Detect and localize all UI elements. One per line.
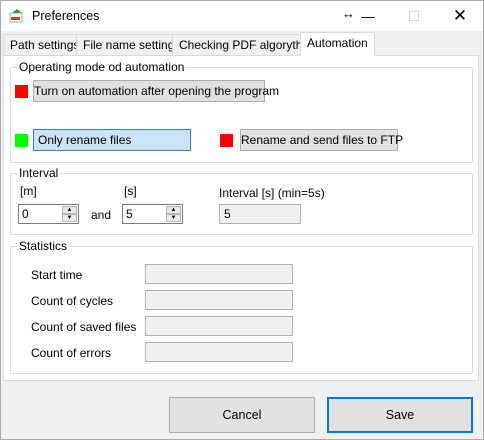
count-of-saved-files-label: Count of saved files [31, 320, 137, 334]
window-title: Preferences [32, 9, 100, 23]
cancel-button[interactable]: Cancel [169, 397, 315, 433]
rename-only-indicator [15, 134, 28, 147]
and-label: and [91, 208, 112, 222]
seconds-value: 5 [126, 207, 133, 221]
app-icon [9, 9, 23, 23]
auto-start-button[interactable]: Turn on automation after opening the pro… [33, 80, 279, 102]
count-of-errors-field [145, 342, 293, 362]
rename-only-button[interactable]: Only rename files [33, 129, 191, 151]
interval-total-value: 5 [224, 207, 231, 221]
tab-automation[interactable]: Automation [300, 32, 375, 56]
minutes-up-icon[interactable]: ▲ [62, 206, 77, 214]
rename-ftp-button[interactable]: Rename and send files to FTP [240, 129, 403, 151]
seconds-stepper[interactable]: 5 ▲ ▼ [122, 204, 183, 224]
maximize-button[interactable]: ☐ [392, 1, 436, 31]
rename-ftp-indicator [220, 134, 233, 147]
minimize-button[interactable]: — [346, 1, 390, 31]
start-time-label: Start time [31, 268, 83, 282]
interval-total-label: Interval [s] (min=5s) [219, 186, 325, 200]
close-button[interactable]: ✕ [438, 1, 482, 31]
auto-start-indicator [15, 85, 28, 98]
preferences-window: Preferences ↔ — ☐ ✕ Path settings File n… [0, 0, 484, 440]
minutes-value: 0 [22, 207, 29, 221]
count-of-saved-files-field [145, 316, 293, 336]
count-of-errors-label: Count of errors [31, 346, 112, 360]
tab-file-name-settings[interactable]: File name settings [76, 34, 188, 55]
seconds-label: [s] [124, 184, 137, 198]
minutes-down-icon[interactable]: ▼ [62, 214, 77, 222]
count-of-cycles-field [145, 290, 293, 310]
tab-path-settings[interactable]: Path settings [3, 34, 87, 55]
interval-total-field: 5 [219, 204, 301, 224]
automation-panel: Operating mode od automation Turn on aut… [3, 55, 479, 381]
start-time-field [145, 264, 293, 284]
minutes-label: [m] [20, 184, 37, 198]
statistics-legend: Statistics [17, 239, 70, 253]
save-button[interactable]: Save [327, 397, 473, 433]
tab-checking-pdf-algorythm[interactable]: Checking PDF algorythm [172, 34, 320, 55]
seconds-up-icon[interactable]: ▲ [166, 206, 181, 214]
minutes-stepper[interactable]: 0 ▲ ▼ [18, 204, 79, 224]
interval-legend: Interval [17, 166, 61, 180]
count-of-cycles-label: Count of cycles [31, 294, 114, 308]
operating-mode-legend: Operating mode od automation [17, 60, 187, 74]
title-bar[interactable]: Preferences ↔ — ☐ ✕ [1, 1, 483, 31]
seconds-down-icon[interactable]: ▼ [166, 214, 181, 222]
